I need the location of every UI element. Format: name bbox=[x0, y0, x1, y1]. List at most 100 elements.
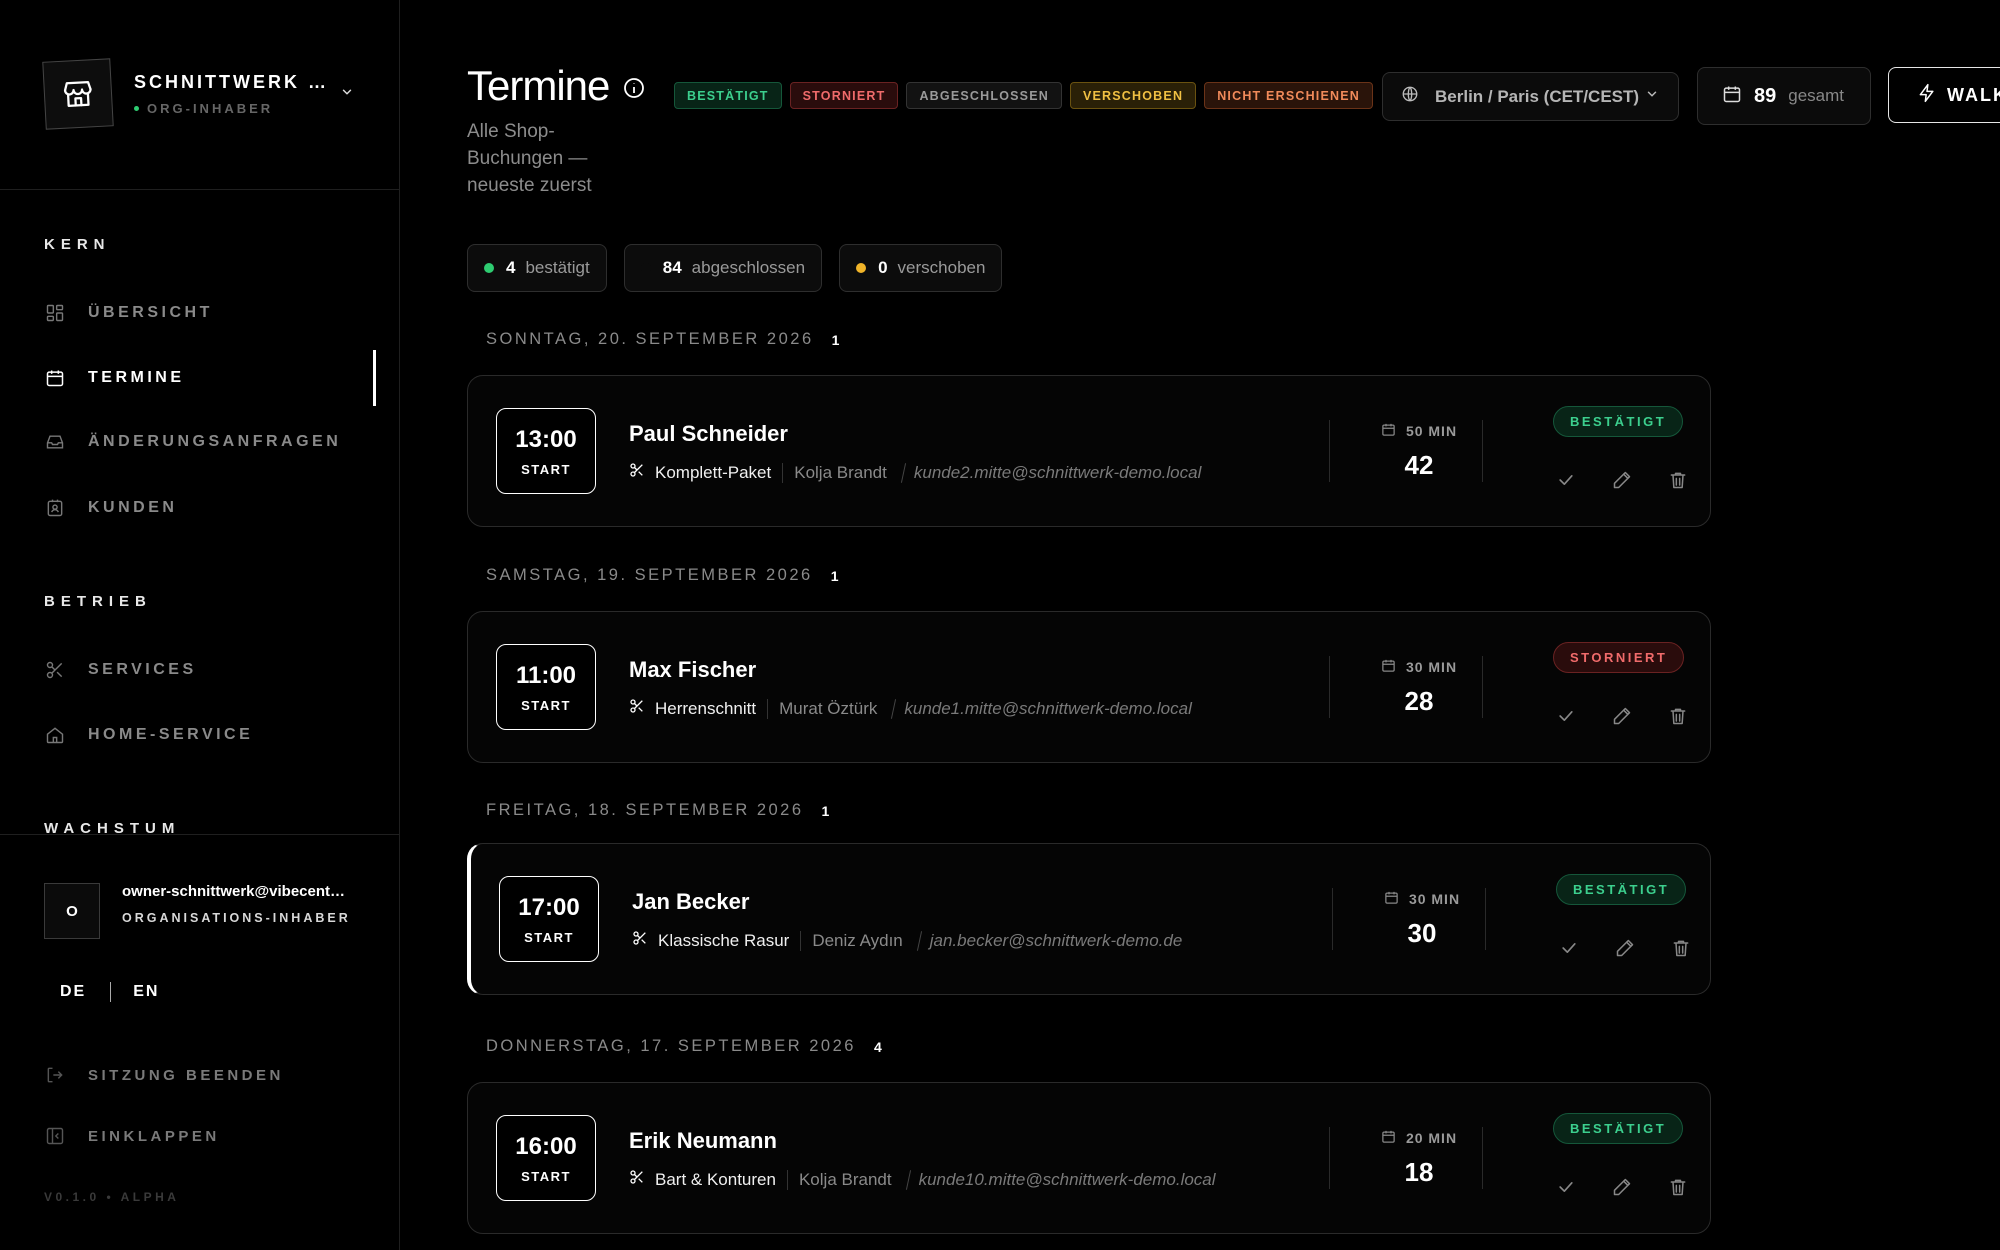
appointment-meta: Herrenschnitt Murat Öztürk kunde1.mitte@… bbox=[629, 698, 1192, 719]
user-profile[interactable]: O owner-schnittwerk@vibecent… ORGANISATI… bbox=[44, 883, 374, 939]
section-label-kern: KERN bbox=[44, 236, 111, 253]
legend-completed: ABGESCHLOSSEN bbox=[906, 82, 1062, 109]
stat-label: bestätigt bbox=[525, 258, 590, 277]
appointment-meta: Komplett-Paket Kolja Brandt kunde2.mitte… bbox=[629, 462, 1201, 483]
contact-icon bbox=[44, 497, 66, 519]
sidebar: SCHNITTWERK … ORG-INHABER KERN ÜBERSICHT… bbox=[0, 0, 400, 1250]
duration: 50 MIN bbox=[1405, 423, 1458, 439]
confirm-button[interactable] bbox=[1538, 462, 1594, 498]
appointment-card[interactable]: 11:00 START Max Fischer Herrenschnitt Mu… bbox=[467, 611, 1711, 763]
delete-button[interactable] bbox=[1653, 930, 1709, 966]
appointment-number: 18 bbox=[1404, 1157, 1434, 1187]
pencil-icon bbox=[1613, 471, 1631, 489]
walk-in-label: WALK bbox=[1947, 84, 2000, 105]
day-header: SAMSTAG, 19. SEPTEMBER 2026 1 bbox=[486, 566, 839, 585]
start-time: 17:00 bbox=[518, 893, 580, 921]
meta-divider bbox=[900, 462, 906, 483]
trash-icon bbox=[1673, 940, 1689, 957]
org-role: ORG-INHABER bbox=[147, 101, 274, 116]
day-header: DONNERSTAG, 17. SEPTEMBER 2026 4 bbox=[486, 1037, 882, 1056]
appointment-card[interactable]: 13:00 START Paul Schneider Komplett-Pake… bbox=[467, 375, 1711, 527]
org-switcher[interactable]: SCHNITTWERK … ORG-INHABER bbox=[42, 58, 374, 130]
sidebar-item-overview[interactable]: ÜBERSICHT bbox=[44, 293, 384, 333]
sidebar-divider bbox=[0, 834, 400, 835]
service-name: Komplett-Paket bbox=[655, 462, 772, 482]
scissors-icon bbox=[44, 659, 66, 681]
timezone-value: Berlin / Paris (CET/CEST) bbox=[1435, 86, 1640, 106]
day-date: FREITAG, 18. SEPTEMBER 2026 bbox=[486, 801, 804, 819]
sidebar-item-change-requests[interactable]: ÄNDERUNGSANFRAGEN bbox=[44, 422, 384, 462]
stat-rescheduled[interactable]: 0 verschoben bbox=[839, 244, 1003, 292]
divider bbox=[1329, 1127, 1330, 1189]
info-icon[interactable] bbox=[622, 76, 646, 105]
check-icon bbox=[1559, 475, 1573, 485]
sidebar-item-home-service[interactable]: HOME-SERVICE bbox=[44, 715, 384, 755]
status-dot bbox=[484, 263, 494, 273]
version-label: V0.1.0 • ALPHA bbox=[44, 1190, 180, 1204]
calendar-icon bbox=[1381, 422, 1396, 440]
lang-en-button[interactable]: EN bbox=[133, 983, 159, 1001]
day-count: 1 bbox=[821, 802, 830, 819]
start-time: 11:00 bbox=[515, 661, 577, 689]
active-indicator bbox=[373, 350, 376, 406]
service-name: Herrenschnitt bbox=[655, 698, 757, 718]
sidebar-item-kunden[interactable]: KUNDEN bbox=[44, 488, 384, 528]
time-badge: 13:00 START bbox=[496, 408, 596, 494]
day-count: 4 bbox=[873, 1038, 882, 1055]
customer-name: Jan Becker bbox=[632, 889, 750, 914]
stat-confirmed[interactable]: 4 bestätigt bbox=[467, 244, 607, 292]
home-icon bbox=[44, 724, 66, 746]
trash-icon bbox=[1670, 472, 1686, 489]
calendar-icon bbox=[44, 367, 66, 389]
sidebar-item-termine[interactable]: TERMINE bbox=[44, 358, 384, 398]
chevron-down-icon[interactable] bbox=[340, 85, 354, 104]
collapse-label: EINKLAPPEN bbox=[88, 1127, 220, 1145]
lightning-icon bbox=[1917, 83, 1937, 108]
walk-in-button[interactable]: WALK bbox=[1888, 67, 2000, 123]
inbox-icon bbox=[44, 431, 66, 453]
confirm-button[interactable] bbox=[1538, 698, 1594, 734]
edit-button[interactable] bbox=[1594, 698, 1650, 734]
timezone-select[interactable]: Berlin / Paris (CET/CEST) bbox=[1382, 72, 1679, 121]
sidebar-item-label: KUNDEN bbox=[88, 499, 178, 516]
meta-divider bbox=[905, 1169, 911, 1190]
divider bbox=[1482, 420, 1483, 482]
day-header: FREITAG, 18. SEPTEMBER 2026 1 bbox=[486, 801, 829, 820]
confirm-button[interactable] bbox=[1541, 930, 1597, 966]
appointment-card[interactable]: 17:00 START Jan Becker Klassische Rasur … bbox=[467, 843, 1711, 995]
stat-label: abgeschlossen bbox=[691, 258, 806, 277]
delete-button[interactable] bbox=[1650, 698, 1706, 734]
edit-button[interactable] bbox=[1594, 1169, 1650, 1205]
collapse-button[interactable]: EINKLAPPEN bbox=[44, 1125, 220, 1147]
day-date: DONNERSTAG, 17. SEPTEMBER 2026 bbox=[486, 1037, 856, 1055]
appointment-card[interactable]: 16:00 START Erik Neumann Bart & Konturen… bbox=[467, 1082, 1711, 1234]
duration-block: 30 MIN 30 bbox=[1362, 890, 1482, 949]
lang-de-button[interactable]: DE bbox=[60, 983, 86, 1001]
divider bbox=[1329, 420, 1330, 482]
meta-divider bbox=[891, 698, 897, 719]
stat-completed[interactable]: 84 abgeschlossen bbox=[623, 244, 823, 292]
delete-button[interactable] bbox=[1650, 1169, 1706, 1205]
customer-email: jan.becker@schnittwerk-demo.de bbox=[929, 930, 1183, 950]
delete-button[interactable] bbox=[1650, 462, 1706, 498]
calendar-icon bbox=[1381, 658, 1396, 676]
status-legend: BESTÄTIGT STORNIERT ABGESCHLOSSEN VERSCH… bbox=[674, 82, 1374, 109]
edit-button[interactable] bbox=[1594, 462, 1650, 498]
main-content: Termine Alle Shop-Buchungen — neueste zu… bbox=[400, 0, 2000, 1250]
sidebar-item-services[interactable]: SERVICES bbox=[44, 650, 384, 690]
divider bbox=[1485, 888, 1486, 950]
stylist-name: Kolja Brandt bbox=[798, 1169, 892, 1189]
day-date: SONNTAG, 20. SEPTEMBER 2026 bbox=[486, 330, 814, 348]
logout-button[interactable]: SITZUNG BEENDEN bbox=[44, 1064, 284, 1086]
status-badge: BESTÄTIGT bbox=[1553, 1113, 1684, 1144]
store-icon bbox=[42, 58, 114, 130]
card-actions bbox=[1538, 698, 1706, 734]
sidebar-item-label: ÜBERSICHT bbox=[88, 304, 213, 321]
duration: 20 MIN bbox=[1405, 1130, 1458, 1146]
edit-button[interactable] bbox=[1597, 930, 1653, 966]
status-badge: BESTÄTIGT bbox=[1553, 406, 1684, 437]
service-name: Bart & Konturen bbox=[655, 1169, 776, 1189]
confirm-button[interactable] bbox=[1538, 1169, 1594, 1205]
duration-block: 50 MIN 42 bbox=[1359, 422, 1479, 481]
stat-count: 84 bbox=[662, 258, 682, 277]
